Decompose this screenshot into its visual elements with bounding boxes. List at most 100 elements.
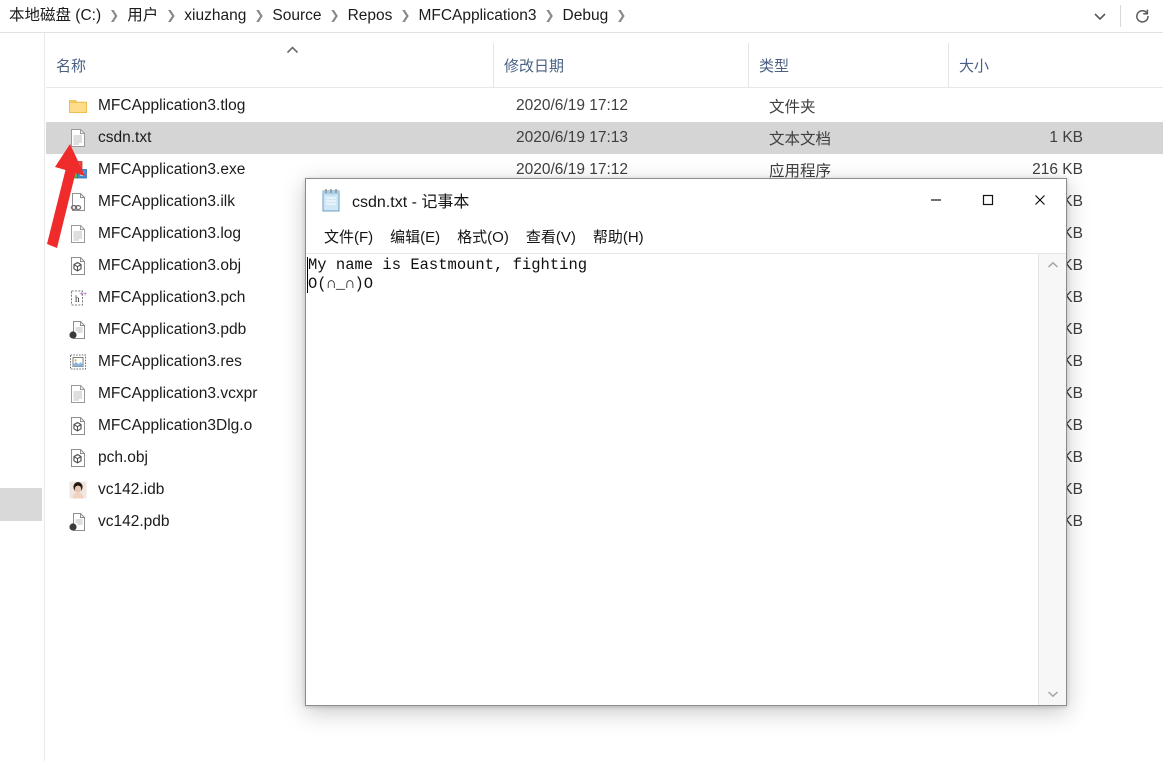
- file-name-label: csdn.txt: [98, 129, 152, 146]
- column-header-row: 名称 修改日期 类型 大小: [46, 43, 1163, 87]
- file-name-label: MFCApplication3.ilk: [98, 193, 235, 210]
- breadcrumb-item[interactable]: Repos: [343, 4, 398, 28]
- breadcrumb-item[interactable]: 本地磁盘 (C:): [4, 4, 106, 28]
- text-caret: [307, 257, 308, 293]
- column-header-label: 修改日期: [504, 57, 565, 75]
- obj-file-icon: [68, 256, 88, 276]
- file-name-label: MFCApplication3.pch: [98, 289, 246, 306]
- folder-icon: [68, 96, 88, 116]
- file-name-label: vc142.idb: [98, 481, 165, 498]
- pdb-file-icon: [68, 512, 88, 532]
- window-controls: [910, 179, 1066, 221]
- svg-text:+: +: [83, 291, 87, 298]
- svg-text:C: C: [80, 171, 85, 178]
- file-name-label: MFCApplication3Dlg.o: [98, 417, 253, 434]
- column-header-date[interactable]: 修改日期: [493, 43, 748, 87]
- column-header-underline: [46, 87, 1163, 88]
- cell-name: pch.obj: [68, 442, 148, 474]
- minimize-button[interactable]: [910, 179, 962, 221]
- svg-text:M: M: [75, 163, 80, 170]
- cell-name: MFCApplication3.res: [68, 346, 242, 378]
- notepad-vertical-scrollbar[interactable]: [1038, 254, 1066, 705]
- file-name-label: MFCApplication3.pdb: [98, 321, 247, 338]
- ilk-file-icon: [68, 192, 88, 212]
- cell-name: vc142.idb: [68, 474, 164, 506]
- text-file-icon: [68, 128, 88, 148]
- file-name-label: vc142.pdb: [98, 513, 170, 530]
- column-header-name[interactable]: 名称: [46, 43, 493, 87]
- scroll-down-icon[interactable]: [1039, 683, 1067, 705]
- obj-file-icon: [68, 448, 88, 468]
- menu-item[interactable]: 格式(O): [451, 223, 515, 250]
- menu-item[interactable]: 帮助(H): [587, 223, 650, 250]
- cell-name: M F C MFCApplication3.exe: [68, 154, 245, 186]
- pdb-file-icon: [68, 320, 88, 340]
- breadcrumb-item[interactable]: Source: [267, 4, 326, 28]
- address-bar-actions: [1080, 0, 1163, 32]
- table-row[interactable]: csdn.txt 2020/6/19 17:13 文本文档 1 KB: [46, 122, 1163, 154]
- cell-name: MFCApplication3.log: [68, 218, 241, 250]
- column-header-label: 类型: [759, 57, 790, 75]
- file-name-label: pch.obj: [98, 449, 148, 466]
- breadcrumb-separator-icon[interactable]: ❯: [163, 8, 179, 22]
- file-name-label: MFCApplication3.log: [98, 225, 242, 242]
- cell-name: MFCApplication3.ilk: [68, 186, 235, 218]
- address-bar: 本地磁盘 (C:) ❯ 用户 ❯ xiuzhang ❯ Source ❯ Repos ❯ MFCAp…: [0, 0, 1163, 32]
- res-file-icon: [68, 352, 88, 372]
- column-header-type[interactable]: 类型: [748, 43, 948, 87]
- notepad-body: My name is Eastmount, fighting O(∩_∩)O: [306, 254, 1066, 705]
- cell-size: 1 KB: [1049, 129, 1083, 146]
- cell-name: MFCApplication3.vcxpr: [68, 378, 257, 410]
- notepad-title-bar[interactable]: csdn.txt - 记事本: [306, 179, 1066, 221]
- text-file-icon: [68, 384, 88, 404]
- breadcrumb-separator-icon[interactable]: ❯: [327, 8, 343, 22]
- breadcrumb-item[interactable]: Debug: [558, 4, 614, 28]
- breadcrumb-separator-icon[interactable]: ❯: [106, 8, 122, 22]
- breadcrumb-item[interactable]: MFCApplication3: [413, 4, 541, 28]
- scroll-up-icon[interactable]: [1039, 254, 1067, 276]
- table-row[interactable]: MFCApplication3.tlog 2020/6/19 17:12 文件夹: [46, 90, 1163, 122]
- obj-file-icon: [68, 416, 88, 436]
- nav-pane-highlight-block: [0, 488, 42, 521]
- breadcrumb-separator-icon[interactable]: ❯: [251, 8, 267, 22]
- cell-name: MFCApplication3.pdb: [68, 314, 246, 346]
- file-name-label: MFCApplication3.res: [98, 353, 242, 370]
- notepad-title-text: csdn.txt - 记事本: [352, 194, 470, 211]
- menu-item[interactable]: 文件(F): [318, 223, 379, 250]
- text-file-icon: [68, 224, 88, 244]
- navigation-pane: [0, 33, 45, 761]
- cell-date-modified: 2020/6/19 17:12: [516, 97, 629, 114]
- cell-name: MFCApplication3.tlog: [68, 90, 245, 122]
- cell-name: MFCApplication3Dlg.o: [68, 410, 252, 442]
- column-header-size[interactable]: 大小: [948, 43, 1089, 87]
- close-button[interactable]: [1014, 179, 1066, 221]
- screen: 本地磁盘 (C:) ❯ 用户 ❯ xiuzhang ❯ Source ❯ Repos ❯ MFCAp…: [0, 0, 1163, 761]
- notepad-text-area[interactable]: My name is Eastmount, fighting O(∩_∩)O: [306, 254, 1038, 705]
- svg-text:F: F: [72, 171, 76, 178]
- refresh-icon[interactable]: [1121, 0, 1163, 32]
- file-name-label: MFCApplication3.obj: [98, 257, 242, 274]
- pch-file-icon: h + +: [68, 288, 88, 308]
- cell-size: [948, 90, 1083, 122]
- maximize-button[interactable]: [962, 179, 1014, 221]
- notepad-menu-bar: 文件(F) 编辑(E) 格式(O) 查看(V) 帮助(H): [306, 221, 1066, 251]
- cell-name: MFCApplication3.obj: [68, 250, 241, 282]
- cell-date-modified: 2020/6/19 17:13: [516, 129, 629, 146]
- file-name-label: MFCApplication3.vcxpr: [98, 385, 258, 402]
- breadcrumb-separator-icon[interactable]: ❯: [613, 8, 629, 22]
- cell-type: 文本文档: [769, 131, 832, 148]
- notepad-icon: [320, 188, 342, 212]
- menu-item[interactable]: 编辑(E): [384, 223, 446, 250]
- photo-file-icon: [68, 480, 88, 500]
- cell-name: vc142.pdb: [68, 506, 170, 538]
- notepad-window: csdn.txt - 记事本 文件(F) 编辑(E) 格式(O) 查看(V) 帮助(H)…: [305, 178, 1067, 706]
- menu-item[interactable]: 查看(V): [520, 223, 582, 250]
- cell-name: h + + MFCApplication3.pch: [68, 282, 245, 314]
- breadcrumb: 本地磁盘 (C:) ❯ 用户 ❯ xiuzhang ❯ Source ❯ Repos ❯ MFCAp…: [0, 0, 629, 32]
- column-header-label: 大小: [959, 57, 990, 75]
- breadcrumb-separator-icon[interactable]: ❯: [397, 8, 413, 22]
- breadcrumb-separator-icon[interactable]: ❯: [541, 8, 557, 22]
- breadcrumb-item[interactable]: 用户: [122, 4, 163, 28]
- chevron-down-icon[interactable]: [1080, 0, 1120, 32]
- breadcrumb-item[interactable]: xiuzhang: [179, 4, 251, 28]
